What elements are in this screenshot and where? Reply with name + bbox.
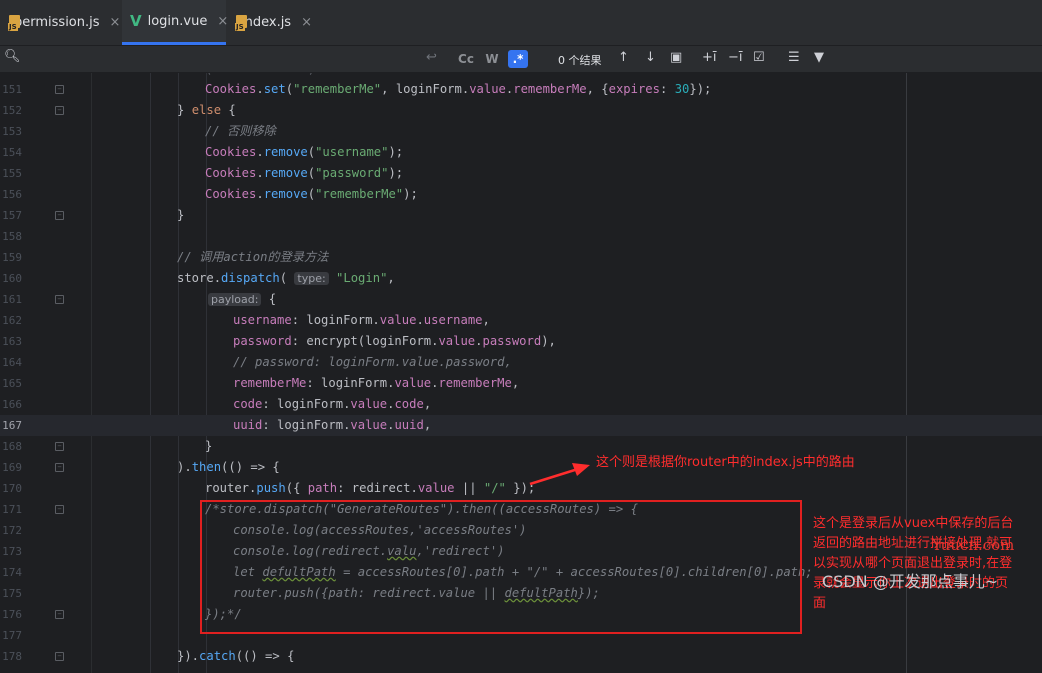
match-case-toggle[interactable]: Cc <box>456 50 476 68</box>
filter-options-icon[interactable]: ☰ <box>788 50 800 65</box>
select-all-occurrences-icon[interactable]: ☑ <box>753 50 765 65</box>
previous-occurrence-icon[interactable]: ↑ <box>618 50 629 65</box>
tab-label: permission.js <box>14 15 100 30</box>
close-icon[interactable]: × <box>301 15 312 30</box>
search-icon[interactable]: 🔍︎ <box>4 49 21 64</box>
filter-icon[interactable]: ▼ <box>814 50 824 65</box>
arrow-annotation: 这个则是根据你router中的index.js中的路由 <box>596 455 855 470</box>
box-annotation: 这个是登录后从vuex中保存的后台返回的路由地址进行拼接处理,就可以实现从哪个页… <box>813 516 1014 611</box>
site-watermark: Yuucn.com <box>932 536 1015 554</box>
vue-file-icon: V <box>130 12 142 30</box>
open-in-window-icon[interactable]: ▣ <box>670 50 682 65</box>
tab-permission-js[interactable]: JS permission.js × <box>0 0 122 45</box>
whole-words-toggle[interactable]: W <box>482 50 502 68</box>
editor-tab-bar: JS permission.js × V login.vue × JS inde… <box>0 0 1042 46</box>
csdn-watermark: CSDN @开发那点事儿~ <box>822 572 999 591</box>
regex-toggle[interactable]: .* <box>508 50 528 68</box>
close-icon[interactable]: × <box>110 15 121 30</box>
history-icon[interactable]: ↩ <box>426 50 437 65</box>
add-occurrence-icon[interactable]: +ī <box>702 50 717 65</box>
tab-label: index.js <box>241 15 292 30</box>
remove-occurrence-icon[interactable]: −ī <box>728 50 743 65</box>
next-occurrence-icon[interactable]: ↓ <box>645 50 656 65</box>
search-results-count: 0 个结果 <box>558 54 602 67</box>
tab-index-js[interactable]: JS index.js × <box>227 0 319 45</box>
tab-label: login.vue <box>147 13 208 29</box>
find-bar: 🔍︎ ↩ Cc W .* 0 个结果 ↑ ↓ ▣ +ī −ī ☑ ☰ ▼ <box>0 46 1042 73</box>
tab-login-vue[interactable]: V login.vue × <box>122 0 228 45</box>
